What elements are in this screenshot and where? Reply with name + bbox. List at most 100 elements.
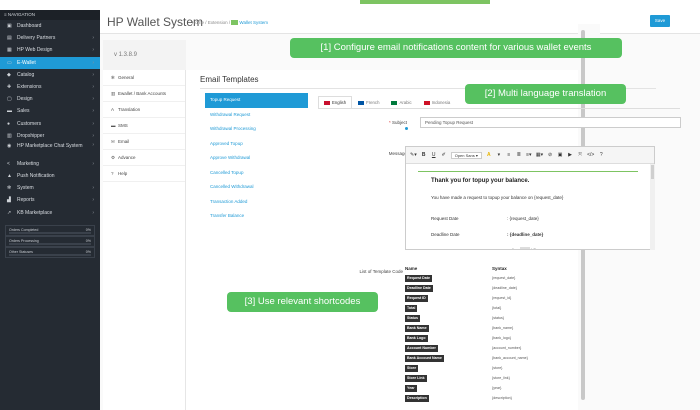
sidebar-item-dashboard[interactable]: ▣ Dashboard xyxy=(0,20,100,32)
breadcrumb-home[interactable]: Home xyxy=(192,20,204,25)
sidebar-item-label: Design xyxy=(17,96,33,103)
font-size-dropdown[interactable]: ▾ xyxy=(496,152,502,158)
code-view-icon[interactable]: </> xyxy=(587,152,594,158)
template-code-name[interactable]: Year xyxy=(405,385,417,392)
font-color-button[interactable]: A xyxy=(486,152,492,158)
email-event-approve-withdrawal[interactable]: Approve Withdrawal xyxy=(205,151,308,166)
email-event-approved-topup[interactable]: Approved Topup xyxy=(205,137,308,152)
cart-icon: ▬ xyxy=(7,108,12,115)
callout-multi-language: [2] Multi language translation xyxy=(465,84,626,104)
chevron-right-icon: › xyxy=(92,83,94,90)
ordered-list-icon[interactable]: ≣ xyxy=(516,152,522,158)
template-code-name[interactable]: Store Link xyxy=(405,375,427,382)
template-code-name[interactable]: Store xyxy=(405,365,419,372)
dashboard-icon: ▣ xyxy=(7,23,12,29)
flag-icon xyxy=(358,100,365,105)
sidebar-item-hp-marketplace-chat-system[interactable]: ◉ HP Marketplace Chat System › xyxy=(0,142,100,158)
eraser-icon[interactable]: ✐ xyxy=(441,152,447,158)
sidebar-item-delivery-partners[interactable]: ▤ Delivery Partners › xyxy=(0,32,100,44)
breadcrumb-current[interactable]: Wallet System xyxy=(239,20,268,25)
tab-language-arabic[interactable]: Arabic xyxy=(385,96,417,108)
sidebar-item-reports[interactable]: ▟ Reports › xyxy=(0,194,100,206)
editor-resize-handle[interactable] xyxy=(520,247,530,249)
sidebar-item-kb-marketplace[interactable]: ↗ KB Marketplace › xyxy=(0,207,100,219)
monitor-icon: ▢ xyxy=(7,96,12,103)
template-code-name[interactable]: Total xyxy=(405,305,418,312)
template-code-name[interactable]: Account Number xyxy=(405,345,438,352)
editor-body[interactable]: Thank you for topup your balance. You ha… xyxy=(406,164,650,249)
tab-label: Arabic xyxy=(399,100,412,105)
template-code-name[interactable]: Bank Account Name xyxy=(405,355,444,362)
sidebar-item-catalog[interactable]: ◆ Catalog › xyxy=(0,69,100,81)
flag-icon xyxy=(324,100,330,105)
sidebar-item-system[interactable]: ✻ System › xyxy=(0,182,100,194)
email-event-topup-request[interactable]: Topup Request xyxy=(205,93,308,108)
link-icon[interactable]: ⊘ xyxy=(547,152,553,158)
layout-icon: ▦ xyxy=(7,47,12,54)
table-icon[interactable]: ▦▾ xyxy=(536,152,543,158)
template-code-name[interactable]: Description xyxy=(405,395,429,402)
magic-wand-icon[interactable]: ✎▾ xyxy=(410,152,417,158)
font-family-select[interactable]: Open Sans ▾ xyxy=(450,151,482,159)
sidebar-item-e-wallet[interactable]: ▭ E-Wallet › xyxy=(0,56,100,69)
order-stat-bar xyxy=(9,243,91,245)
tab-language-english[interactable]: English xyxy=(318,96,353,108)
sidebar-item-sales[interactable]: ▬ Sales › xyxy=(0,105,100,117)
settings-nav-advance[interactable]: ⚙ Advance xyxy=(103,150,185,166)
template-code-name[interactable]: Request ID xyxy=(405,295,428,302)
sidebar-item-hp-web-design[interactable]: ▦ HP Web Design › xyxy=(0,44,100,56)
template-code-name[interactable]: Request Date xyxy=(405,275,432,282)
editor-toolbar: ✎▾ B U ✐ Open Sans ▾ A ▾ ≡ ≣ ≡▾ ▦▾ ⊘ ▣ ▶… xyxy=(406,147,654,164)
tab-language-french[interactable]: French xyxy=(352,96,385,108)
email-event-transaction-added[interactable]: Transaction Added xyxy=(205,195,308,210)
sidebar-item-dropshipper[interactable]: ▥ Dropshipper › xyxy=(0,130,100,142)
message-editor[interactable]: ✎▾ B U ✐ Open Sans ▾ A ▾ ≡ ≣ ≡▾ ▦▾ ⊘ ▣ ▶… xyxy=(405,146,655,250)
settings-nav-ewallet-bank-accounts[interactable]: ▥ Ewallet / Bank Accounts xyxy=(103,86,185,102)
template-code-syntax: {year} xyxy=(492,386,502,390)
paragraph-align-dropdown[interactable]: ≡▾ xyxy=(526,152,532,158)
email-event-transfer-balance[interactable]: Transfer Balance xyxy=(205,209,308,224)
video-icon[interactable]: ▶ xyxy=(567,152,573,158)
breadcrumb-extension[interactable]: Extension xyxy=(208,20,228,25)
email-event-withdrawal-request[interactable]: Withdrawal Request xyxy=(205,108,308,123)
sidebar-item-extensions[interactable]: ✚ Extensions › xyxy=(0,81,100,93)
save-button[interactable]: Save xyxy=(650,15,670,27)
sidebar-item-customers[interactable]: ● Customers › xyxy=(0,118,100,130)
sidebar-item-label: HP Marketplace Chat System xyxy=(17,142,83,149)
template-code-name[interactable]: Status xyxy=(405,315,420,322)
settings-nav-sms[interactable]: ▬ SMS xyxy=(103,118,185,134)
sidebar-item-design[interactable]: ▢ Design › xyxy=(0,93,100,105)
fullscreen-icon[interactable]: ⤧ xyxy=(577,152,583,158)
settings-nav-email[interactable]: ✉ Email xyxy=(103,134,185,150)
settings-nav-translation[interactable]: A Translation xyxy=(103,102,185,118)
template-code-name[interactable]: Bank Name xyxy=(405,325,429,332)
editor-scrollbar-thumb[interactable] xyxy=(651,165,654,179)
template-code-name[interactable]: Bank Logo xyxy=(405,335,428,342)
settings-nav-label: Ewallet / Bank Accounts xyxy=(118,91,167,96)
settings-nav-general[interactable]: ✻ General xyxy=(103,70,185,86)
help-icon[interactable]: ? xyxy=(598,152,604,158)
order-stat: Orders Completed 0% xyxy=(5,224,95,236)
sidebar-item-label: Reports xyxy=(17,197,35,204)
puzzle-icon: ✚ xyxy=(7,83,12,90)
required-marker: * xyxy=(388,120,391,125)
order-stat-percent: 0% xyxy=(85,238,91,243)
sidebar-item-marketing[interactable]: < Marketing › xyxy=(0,158,100,170)
settings-nav-help[interactable]: ? Help xyxy=(103,166,185,182)
image-icon[interactable]: ▣ xyxy=(557,152,563,158)
template-code-syntax: {deadline_date} xyxy=(492,286,517,290)
email-event-withdrawal-processing[interactable]: Withdrawal Processing xyxy=(205,122,308,137)
sidebar-item-push-notification[interactable]: ▲ Push Notification xyxy=(0,170,100,182)
subject-input[interactable]: Pending Topup Request xyxy=(420,117,681,128)
tab-language-indonesia[interactable]: Indonesia xyxy=(418,96,457,108)
bell-icon: ▲ xyxy=(7,173,12,180)
template-code-name[interactable]: Deadline Date xyxy=(405,285,433,292)
template-code-syntax: {total} xyxy=(492,306,502,310)
share-icon: < xyxy=(7,160,10,167)
bold-button[interactable]: B xyxy=(421,152,427,158)
sidebar-item-label: Delivery Partners xyxy=(17,35,56,42)
underline-button[interactable]: U xyxy=(431,152,437,158)
email-event-cancelled-topup[interactable]: Cancelled Topup xyxy=(205,166,308,181)
unordered-list-icon[interactable]: ≡ xyxy=(506,152,512,158)
email-event-cancelled-withdrawal[interactable]: Cancelled Withdrawal xyxy=(205,180,308,195)
